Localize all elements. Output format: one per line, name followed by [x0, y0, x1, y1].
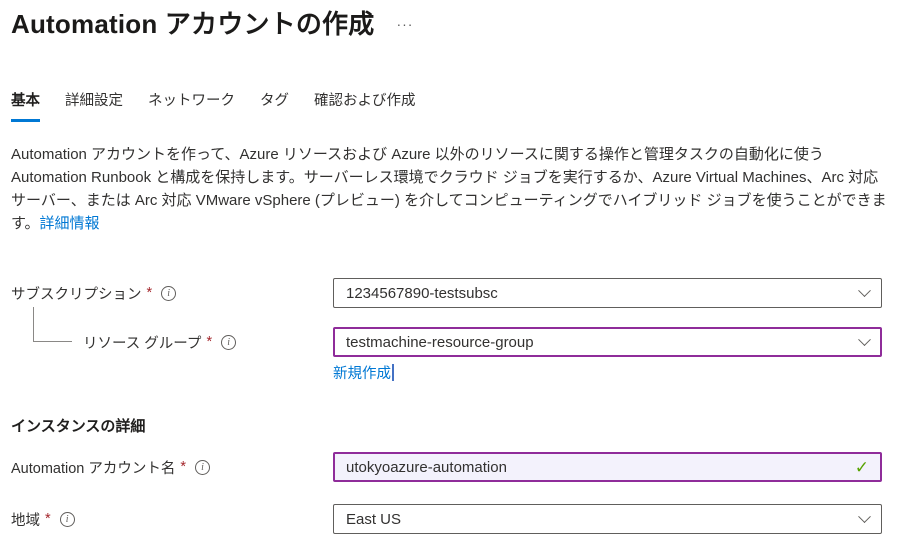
resource-group-value: testmachine-resource-group: [346, 334, 534, 351]
create-automation-account-blade: Automation アカウントの作成 ··· 基本 詳細設定 ネットワーク タ…: [0, 0, 899, 536]
account-name-label: Automation アカウント名: [11, 457, 175, 478]
account-name-row: Automation アカウント名 * i utokyoazure-automa…: [11, 452, 887, 482]
wizard-tabs: 基本 詳細設定 ネットワーク タグ 確認および作成: [11, 92, 887, 122]
create-new-link[interactable]: 新規作成: [333, 362, 391, 383]
region-value: East US: [346, 511, 401, 528]
tab-tags[interactable]: タグ: [260, 92, 289, 122]
subscription-dropdown[interactable]: 1234567890-testsubsc: [333, 278, 882, 308]
account-name-control: utokyoazure-automation ✓: [333, 452, 882, 482]
required-asterisk: *: [206, 334, 212, 350]
chevron-down-icon: [858, 333, 871, 346]
tab-review-create[interactable]: 確認および作成: [314, 92, 416, 122]
subscription-control: 1234567890-testsubsc: [333, 278, 882, 308]
resource-group-label: リソース グループ: [83, 332, 201, 353]
info-icon[interactable]: i: [161, 286, 176, 301]
create-new-row: 新規作成: [333, 362, 882, 383]
required-asterisk: *: [45, 511, 51, 527]
tab-advanced[interactable]: 詳細設定: [65, 92, 123, 122]
more-options-icon[interactable]: ···: [396, 16, 413, 32]
basics-form: サブスクリプション * i 1234567890-testsubsc リソース …: [11, 278, 887, 534]
page-title: Automation アカウントの作成: [11, 8, 374, 40]
description-text: Automation アカウントを作って、Azure リソースおよび Azure…: [11, 146, 887, 232]
subscription-label-group: サブスクリプション * i: [11, 278, 333, 308]
resource-group-control: testmachine-resource-group 新規作成: [333, 327, 882, 383]
subscription-value: 1234567890-testsubsc: [346, 285, 498, 302]
valid-check-icon: ✓: [855, 459, 869, 476]
region-dropdown[interactable]: East US: [333, 504, 882, 534]
resource-group-row: リソース グループ * i testmachine-resource-group…: [11, 327, 887, 383]
subscription-label: サブスクリプション: [11, 283, 142, 304]
info-icon[interactable]: i: [60, 512, 75, 527]
required-asterisk: *: [180, 459, 186, 475]
tab-networking[interactable]: ネットワーク: [148, 92, 235, 122]
account-name-input[interactable]: utokyoazure-automation ✓: [333, 452, 882, 482]
text-caret: [392, 364, 394, 381]
instance-details-heading: インスタンスの詳細: [11, 415, 887, 436]
required-asterisk: *: [147, 285, 153, 301]
blade-description: Automation アカウントを作って、Azure リソースおよび Azure…: [11, 143, 889, 235]
region-control: East US: [333, 504, 882, 534]
subscription-row: サブスクリプション * i 1234567890-testsubsc: [11, 278, 887, 308]
account-name-label-group: Automation アカウント名 * i: [11, 452, 333, 482]
resource-group-dropdown[interactable]: testmachine-resource-group: [333, 327, 882, 357]
blade-header: Automation アカウントの作成 ···: [11, 8, 887, 40]
region-label-group: 地域 * i: [11, 504, 333, 534]
info-icon[interactable]: i: [195, 460, 210, 475]
tree-connector-line: [33, 307, 72, 342]
region-row: 地域 * i East US: [11, 504, 887, 534]
info-icon[interactable]: i: [221, 335, 236, 350]
account-name-value: utokyoazure-automation: [346, 459, 507, 476]
learn-more-link[interactable]: 詳細情報: [40, 215, 100, 232]
region-label: 地域: [11, 509, 40, 530]
chevron-down-icon: [858, 284, 871, 297]
chevron-down-icon: [858, 510, 871, 523]
tab-basics[interactable]: 基本: [11, 92, 40, 122]
